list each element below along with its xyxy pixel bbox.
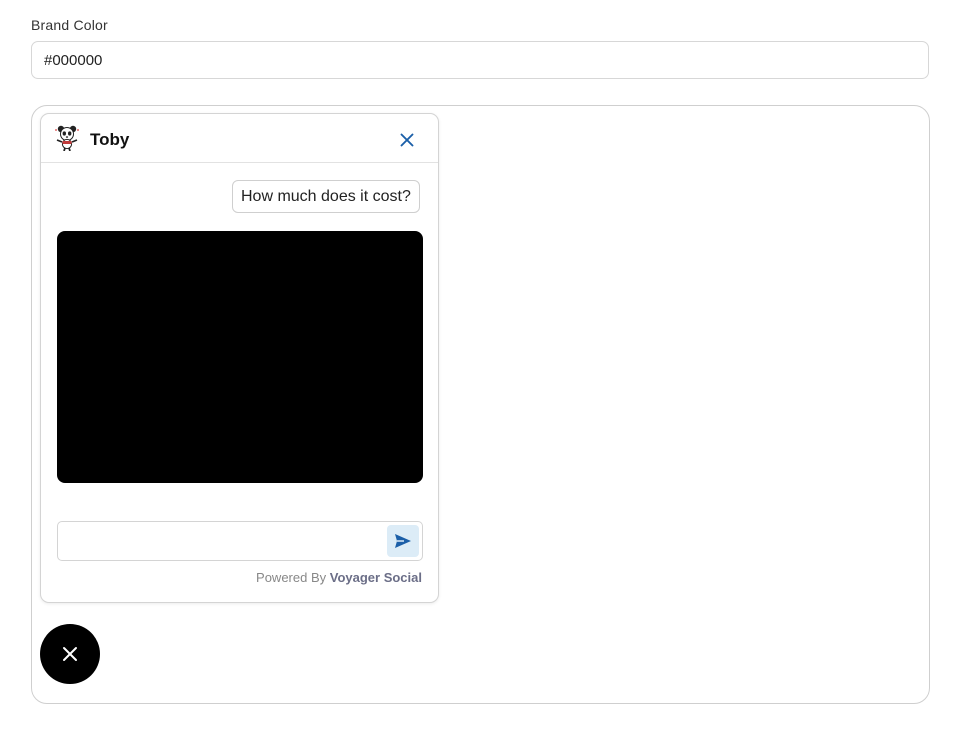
send-button[interactable]	[387, 525, 419, 557]
brand-color-input[interactable]	[31, 41, 929, 79]
send-icon	[395, 534, 411, 548]
message-input-container	[57, 521, 423, 561]
bot-response-block	[57, 231, 423, 483]
powered-by-footer: Powered By Voyager Social	[256, 570, 422, 585]
close-icon	[63, 647, 77, 661]
close-icon[interactable]	[395, 128, 419, 152]
user-message-bubble: How much does it cost?	[232, 180, 420, 213]
chat-launcher-button[interactable]	[40, 624, 100, 684]
brand-color-label: Brand Color	[31, 17, 108, 33]
bot-name: Toby	[90, 130, 130, 149]
chat-window: Toby How much does it cost? Powered By V…	[40, 113, 439, 603]
powered-by-prefix: Powered By	[256, 570, 327, 585]
message-input[interactable]	[66, 526, 380, 558]
chat-header: Toby	[41, 114, 438, 163]
panda-mascot-icon	[53, 123, 81, 152]
powered-by-brand-link[interactable]: Voyager Social	[330, 570, 422, 585]
